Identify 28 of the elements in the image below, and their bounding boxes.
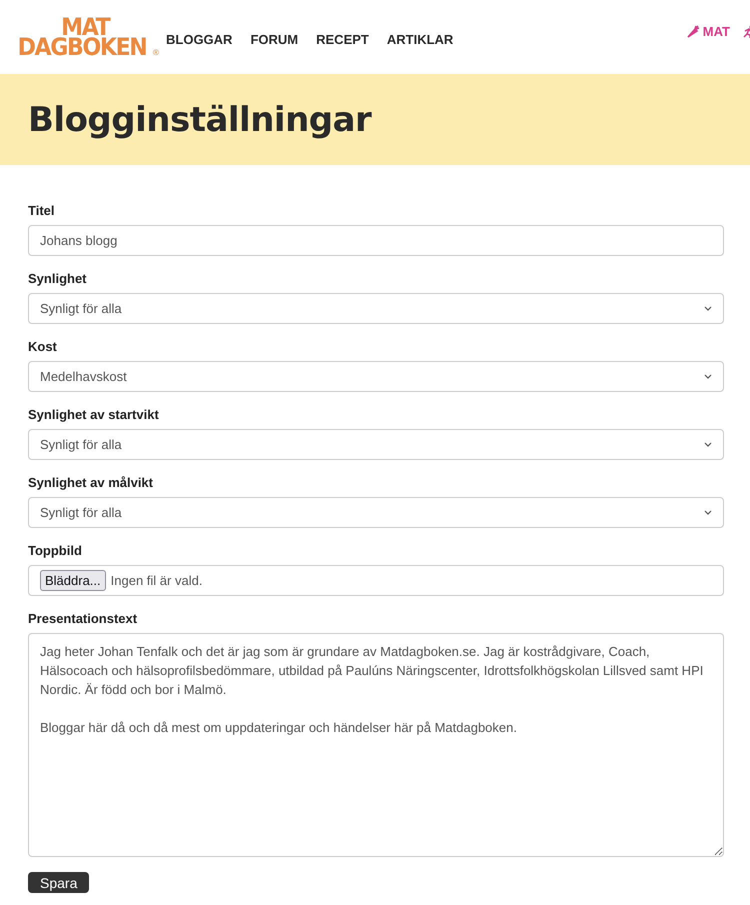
field-label: Titel: [28, 203, 56, 218]
chevron-icon: [704, 306, 712, 311]
field-label: Presentationstext: [28, 611, 138, 626]
nav-link[interactable]: FORUM: [250, 32, 298, 46]
chevron-icon: [704, 510, 712, 515]
carrot-icon: [686, 25, 700, 38]
select-field[interactable]: Synligt för alla: [28, 429, 724, 460]
registered-mark: ®: [153, 49, 159, 58]
select-field[interactable]: Synligt för alla: [28, 293, 724, 324]
browse-button[interactable]: Bläddra...: [40, 570, 106, 591]
save-button[interactable]: Spara: [28, 872, 90, 893]
text-area[interactable]: Jag heter Johan Tenfalk och det är jag som är grundare av Matdagboken.se. Jag är kostrådgivare, Coach, Hälsocoach och hälsoprofilsbedömmare, utbildad på Paulúns Näringscenter, Idrottsfolkhögskolan Lillsved samt HPI Nordic. Är född och bor i Malmö. Bloggar här då och då mest om uppdateringar och händelser här på Matdagboken.: [28, 633, 724, 857]
nav-link[interactable]: BLOGGAR: [166, 32, 232, 46]
field-label: Synlighet: [28, 271, 88, 286]
field-label: Synlighet av startvikt: [28, 407, 160, 422]
chevron-icon: [704, 442, 712, 447]
nav-link[interactable]: ARTIKLAR: [386, 32, 454, 46]
field-label: Kost: [28, 339, 58, 354]
select-field[interactable]: Synligt för alla: [28, 497, 724, 528]
nav-link[interactable]: RECEPT: [316, 32, 369, 46]
field-label: Toppbild: [28, 543, 83, 558]
chevron-icon: [704, 374, 712, 379]
page-title: Blogginställningar: [28, 100, 372, 140]
file-status: Ingen fil är vald.: [110, 573, 202, 588]
select-field[interactable]: Medelhavskost: [28, 361, 724, 392]
field-label: Synlighet av målvikt: [28, 475, 154, 490]
nav-link[interactable]: MAT: [686, 24, 730, 39]
input-field[interactable]: Johans blogg: [28, 225, 724, 256]
